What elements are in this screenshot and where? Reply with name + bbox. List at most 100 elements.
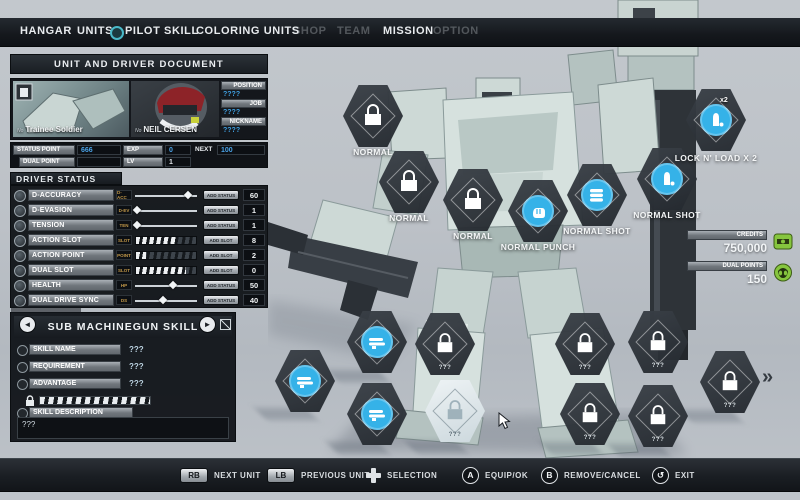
unit-driver-document-panel: UNIT AND DRIVER DOCUMENT NoTrainee Soldi… <box>10 54 268 168</box>
nav-mission[interactable]: MISSION <box>383 25 434 37</box>
back-button-icon: ↺ <box>652 467 669 484</box>
diamond-frame <box>644 156 689 201</box>
hex-shadow <box>405 441 468 453</box>
stat-value: 8 <box>243 234 265 246</box>
equip-slot-normal-1[interactable] <box>343 85 403 147</box>
credits-label: CREDITS <box>687 230 767 240</box>
rb-key-icon: RB <box>180 468 208 483</box>
diamond-frame <box>282 358 327 403</box>
skill-slot-smg-2[interactable] <box>347 311 407 373</box>
skill-slot-locked-6[interactable]: ??? <box>700 351 760 413</box>
equip-slot-normal-3[interactable] <box>443 169 503 231</box>
stat-name: DUAL SLOT <box>28 264 114 276</box>
exp-label: EXP <box>123 145 163 155</box>
nav-team[interactable]: TEAM <box>337 25 371 37</box>
add-slot-button[interactable]: ADD SLOT <box>203 250 239 260</box>
add-status-button[interactable]: ADD STATUS <box>203 220 239 230</box>
exit-hint[interactable]: ↺ EXIT <box>652 459 695 491</box>
nickname-label: NICKNAME <box>221 117 266 126</box>
equip-ok-hint[interactable]: A EQUIP/OK <box>462 459 528 491</box>
stat-tag: POINT <box>116 250 132 260</box>
status-point-label: STATUS POINT <box>13 145 75 155</box>
stat-name: TENSION <box>28 219 114 231</box>
stat-tag: TEN <box>116 220 132 230</box>
credits-value: 750,000 <box>687 241 767 255</box>
stat-name: DUAL DRIVE SYNC <box>28 294 114 306</box>
equip-slot-normal-shot-1[interactable] <box>567 164 627 226</box>
slot-label: NORMAL PUNCH <box>483 242 593 252</box>
skill-panel-title: SUB MACHINEGUN SKILL <box>48 321 199 333</box>
stat-slider[interactable] <box>135 191 197 200</box>
next-skill-button[interactable]: ► <box>199 316 216 333</box>
nav-hangar[interactable]: HANGAR <box>20 25 72 37</box>
controls-bar: RB NEXT UNIT LB PREVIOUS UNIT SELECTION … <box>0 458 800 492</box>
lv-value: 1 <box>165 157 191 167</box>
stat-slider[interactable] <box>135 296 197 305</box>
diamond-frame <box>574 172 619 217</box>
skill-slot-locked-4[interactable]: ??? <box>560 383 620 445</box>
remove-cancel-hint[interactable]: B REMOVE/CANCEL <box>541 459 641 491</box>
skill-slot-locked-3[interactable]: ??? <box>628 311 688 373</box>
add-slot-button[interactable]: ADD SLOT <box>203 265 239 275</box>
b-button-icon: B <box>541 467 558 484</box>
previous-unit-hint[interactable]: LB PREVIOUS UNIT <box>267 459 370 491</box>
stat-tag: SLOT <box>116 235 132 245</box>
nav-pilot-skill[interactable]: PILOT SKILL <box>125 25 199 37</box>
pilot-no-label: No <box>135 128 141 134</box>
dual-points-value: 150 <box>687 272 767 286</box>
stat-segment-bar[interactable] <box>135 266 197 275</box>
stat-row-d-evasion: D-EVASION D-EV ADD STATUS 1 <box>10 204 268 217</box>
unit-no-label: No <box>17 128 23 134</box>
selection-hint[interactable]: SELECTION <box>366 459 437 491</box>
add-status-button[interactable]: ADD STATUS <box>203 280 239 290</box>
locked-slot-label: ??? <box>555 365 615 371</box>
nav-shop[interactable]: SHOP <box>293 25 327 37</box>
equip-slot-normal-punch[interactable] <box>508 180 568 242</box>
expand-icon[interactable] <box>220 319 231 330</box>
equip-slot-lock-n-load[interactable] <box>686 89 746 151</box>
next-page-chevron[interactable]: » <box>762 366 771 389</box>
skill-slot-smg-1[interactable] <box>275 350 335 412</box>
stat-tag: HP <box>116 280 132 290</box>
unit-thumbnail[interactable]: NoTrainee Soldier <box>13 81 129 137</box>
add-status-button[interactable]: ADD STATUS <box>203 190 239 200</box>
slot-label: NORMAL <box>418 231 528 241</box>
stat-tag: D-ACC <box>116 190 132 200</box>
prev-skill-button[interactable]: ◄ <box>19 316 36 333</box>
nav-units[interactable]: UNITS <box>77 25 113 37</box>
stat-row-action-point: ACTION POINT POINT ADD SLOT 2 <box>10 249 268 262</box>
skill-slot-locked-5[interactable]: ??? <box>628 385 688 447</box>
stat-segment-bar[interactable] <box>135 251 197 260</box>
stat-value: 40 <box>243 294 265 306</box>
next-unit-hint[interactable]: RB NEXT UNIT <box>180 459 261 491</box>
advantage-value: ??? <box>129 379 144 388</box>
hint-label: EQUIP/OK <box>485 471 528 480</box>
stat-slider[interactable] <box>135 281 197 290</box>
add-status-button[interactable]: ADD STATUS <box>203 205 239 215</box>
skill-slot-smg-3[interactable] <box>347 383 407 445</box>
skill-slot-locked-1[interactable]: ??? <box>415 313 475 375</box>
add-status-button[interactable]: ADD STATUS <box>203 295 239 305</box>
nav-coloring-units[interactable]: COLORING UNITS <box>196 25 300 37</box>
stat-segment-bar[interactable] <box>135 236 197 245</box>
stat-icon <box>14 250 26 262</box>
hint-label: REMOVE/CANCEL <box>564 471 641 480</box>
locked-slot-label: ??? <box>628 363 688 369</box>
skill-slot-selected[interactable]: ??? <box>425 380 485 442</box>
hint-label: EXIT <box>675 471 695 480</box>
add-slot-button[interactable]: ADD SLOT <box>203 235 239 245</box>
driver-status-title: DRIVER STATUS <box>10 172 122 185</box>
stat-slider[interactable] <box>135 221 197 230</box>
locked-slot-label: ??? <box>700 403 760 409</box>
skill-description-text: ??? <box>17 417 229 439</box>
equip-slot-normal-2[interactable] <box>379 151 439 213</box>
diamond-frame <box>707 359 752 404</box>
pilot-thumbnail[interactable]: NoNEIL CERSEN <box>131 81 219 137</box>
alien-head-icon <box>773 263 793 282</box>
equip-slot-normal-shot-2[interactable] <box>637 148 697 210</box>
nav-option[interactable]: OPTION <box>433 25 479 37</box>
skill-name-value: ??? <box>129 345 144 354</box>
skill-slot-locked-2[interactable]: ??? <box>555 313 615 375</box>
stat-value: 2 <box>243 249 265 261</box>
stat-slider[interactable] <box>135 206 197 215</box>
